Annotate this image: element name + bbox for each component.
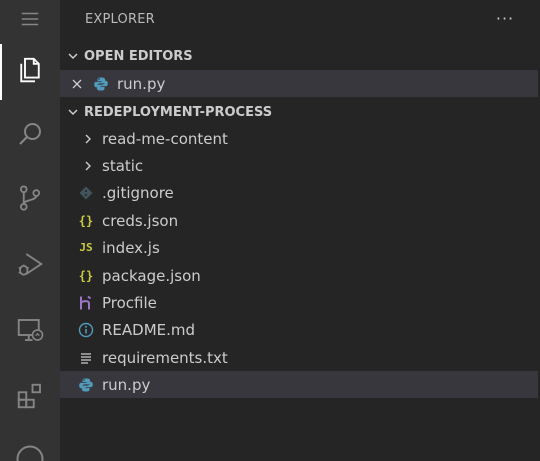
tree-item-file[interactable]: {} package.json: [60, 262, 538, 289]
explorer-title: EXPLORER: [85, 12, 155, 27]
tree-item-label: .gitignore: [102, 183, 174, 202]
javascript-icon: JS: [79, 241, 93, 254]
tree-item-label: run.py: [102, 375, 151, 394]
chevron-down-icon: [62, 106, 84, 118]
tree-item-label: requirements.txt: [102, 348, 228, 367]
info-icon: [78, 322, 94, 338]
git-icon: [78, 185, 94, 201]
close-icon[interactable]: [60, 78, 93, 90]
tree-item-file[interactable]: JS index.js: [60, 234, 538, 261]
tree-item-folder[interactable]: read-me-content: [60, 125, 538, 152]
tree-item-label: Procfile: [102, 293, 157, 312]
tree-item-file[interactable]: Procfile: [60, 289, 538, 316]
tree-item-label: static: [102, 156, 144, 175]
tree-item-file[interactable]: run.py: [60, 371, 538, 398]
open-editor-item[interactable]: run.py: [60, 70, 538, 97]
tree-item-label: index.js: [102, 238, 160, 257]
run-debug-icon: [15, 249, 45, 283]
tree-item-file[interactable]: README.md: [60, 316, 538, 343]
source-control-icon: [15, 183, 45, 217]
menu-button[interactable]: [0, 0, 60, 42]
source-control-view-button[interactable]: [0, 172, 60, 228]
github-view-button[interactable]: [0, 432, 60, 461]
explorer-sidebar: EXPLORER ··· OPEN EDITORS run.py REDEPLO…: [60, 0, 540, 461]
tree-item-label: read-me-content: [102, 129, 228, 148]
json-braces-icon: {}: [78, 268, 94, 283]
extensions-view-button[interactable]: [0, 370, 60, 426]
tree-item-label: package.json: [102, 266, 201, 285]
activity-bar: [0, 0, 60, 461]
tree-item-label: README.md: [102, 320, 196, 339]
open-editors-section-header[interactable]: OPEN EDITORS: [60, 45, 540, 67]
tree-item-file[interactable]: .gitignore: [60, 179, 538, 206]
extensions-icon: [15, 381, 45, 415]
hamburger-menu-icon: [19, 8, 41, 34]
python-icon: [78, 377, 94, 393]
files-icon: [15, 55, 45, 89]
heroku-icon: [78, 295, 94, 311]
remote-explorer-view-button[interactable]: [0, 304, 60, 360]
search-icon: [15, 119, 45, 153]
python-icon: [93, 76, 109, 92]
chevron-down-icon: [62, 50, 84, 62]
tree-item-file[interactable]: requirements.txt: [60, 344, 538, 371]
tree-item-folder[interactable]: static: [60, 152, 538, 179]
run-debug-view-button[interactable]: [0, 238, 60, 294]
github-icon: [15, 444, 45, 461]
chevron-right-icon: [60, 133, 102, 145]
folder-section-header[interactable]: REDEPLOYMENT-PROCESS: [60, 101, 540, 123]
search-view-button[interactable]: [0, 108, 60, 164]
text-lines-icon: [78, 350, 94, 366]
open-editors-label: OPEN EDITORS: [84, 48, 193, 64]
chevron-right-icon: [60, 160, 102, 172]
tree-item-label: creds.json: [102, 211, 179, 230]
explorer-view-button[interactable]: [0, 44, 60, 100]
tree-item-file[interactable]: {} creds.json: [60, 207, 538, 234]
remote-explorer-icon: [15, 315, 45, 349]
json-braces-icon: {}: [78, 213, 94, 228]
open-editor-label: run.py: [117, 74, 166, 93]
folder-label: REDEPLOYMENT-PROCESS: [84, 104, 273, 120]
more-actions-button[interactable]: ···: [495, 6, 515, 30]
